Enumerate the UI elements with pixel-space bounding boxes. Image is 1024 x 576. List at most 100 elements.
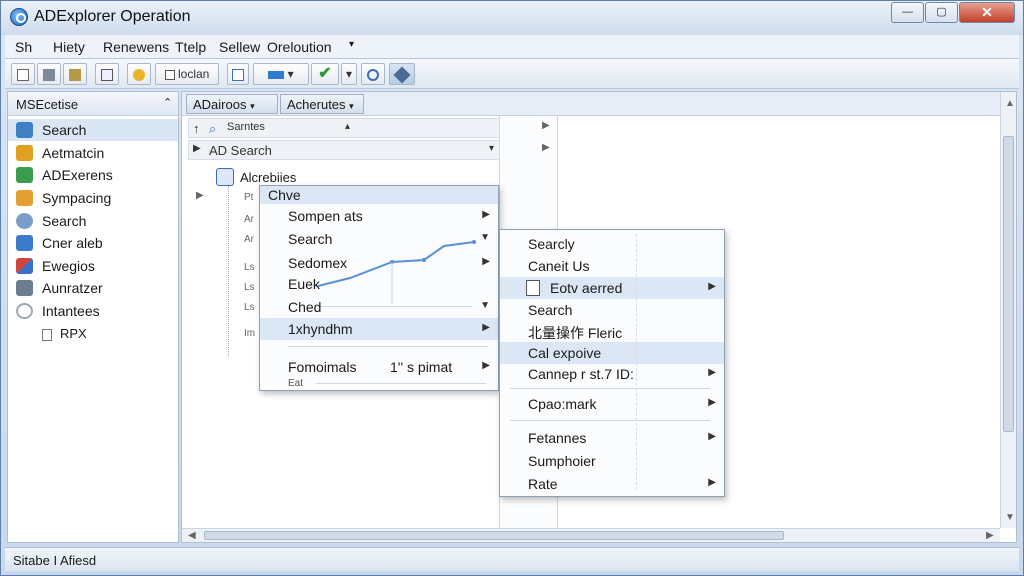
ad-search-row[interactable]: ▶ AD Search ▾ bbox=[188, 140, 500, 160]
sidebar-item-aetmatcin[interactable]: Aetmatcin bbox=[8, 142, 178, 164]
collapse-icon[interactable]: ⌃ bbox=[163, 96, 172, 109]
menu2-item-label: Cannep r st.7 ID: bbox=[528, 366, 634, 382]
menu1-item[interactable]: Fomoimals 1'' s pimat ▶ bbox=[260, 356, 498, 378]
minimize-button[interactable]: — bbox=[891, 2, 924, 23]
menu2-item[interactable]: 北量操作 Fleric bbox=[500, 320, 724, 342]
maximize-button[interactable]: ▢ bbox=[925, 2, 958, 23]
menu2-item-label: Caneit Us bbox=[528, 258, 590, 274]
menu2-item[interactable]: Rate ▶ bbox=[500, 473, 724, 495]
menu2-item-label: Cpao:mark bbox=[528, 396, 597, 412]
sidebar-item-label: Aetmatcin bbox=[42, 145, 105, 161]
view-dropdown[interactable]: ▾ bbox=[253, 63, 309, 85]
collapse-caret-icon[interactable]: ▾ bbox=[489, 143, 494, 154]
separator bbox=[288, 346, 488, 347]
menu2-item[interactable]: Cpao:mark ▶ bbox=[500, 393, 724, 415]
lock-icon bbox=[526, 280, 540, 296]
clock-icon bbox=[16, 303, 33, 319]
tree-expand-icon[interactable]: ▶ bbox=[196, 190, 204, 201]
menu2-item[interactable]: Searcly bbox=[500, 233, 724, 255]
vertical-scrollbar[interactable]: ▲ ▼ bbox=[1000, 92, 1016, 528]
sidebar-item-adexerens[interactable]: ADExerens bbox=[8, 164, 178, 186]
menu2-item-label: Search bbox=[528, 302, 573, 318]
tab-label: Acherutes bbox=[287, 97, 346, 112]
scroll-left-icon[interactable]: ◀ bbox=[188, 530, 196, 541]
favorites-icon[interactable] bbox=[127, 63, 151, 85]
pills-icon bbox=[16, 258, 33, 274]
view-dropdown-caret: ▾ bbox=[287, 67, 294, 81]
menu2-item[interactable]: Fetannes ▶ bbox=[500, 427, 724, 449]
chevron-down-icon: ▼ bbox=[480, 232, 490, 243]
expand-arrow-icon[interactable]: ▶ bbox=[542, 120, 550, 131]
check-icon[interactable]: ✔ bbox=[311, 63, 339, 85]
tools-icon[interactable] bbox=[389, 63, 415, 85]
menu1-item-highlighted[interactable]: 1xhyndhm ▶ bbox=[260, 318, 498, 340]
sidebar-item-aunratzer[interactable]: Aunratzer bbox=[8, 277, 178, 299]
menu-renewens[interactable]: Renewens bbox=[103, 39, 169, 55]
caret-icon: ▴ bbox=[345, 121, 351, 132]
scroll-up-icon[interactable]: ▲ bbox=[1005, 98, 1015, 109]
menu2-item-highlighted[interactable]: Cal expoive bbox=[500, 342, 724, 364]
menu2-item[interactable]: Sumphoier bbox=[500, 450, 724, 472]
separator bbox=[316, 383, 486, 384]
menu1-header[interactable]: Chve bbox=[260, 186, 498, 204]
save-icon[interactable] bbox=[37, 63, 61, 85]
menu-oreloution[interactable]: Oreloution bbox=[267, 39, 332, 55]
sidebar-subitem-rpx[interactable]: RPX bbox=[42, 326, 87, 341]
toolbar: loclan ▾ ✔ ▾ bbox=[5, 59, 1019, 89]
sidebar-subitem-label: RPX bbox=[60, 326, 87, 341]
sidebar-header[interactable]: MSEcetise ⌃ bbox=[8, 92, 178, 116]
status-text: Sitabe I Afiesd bbox=[13, 553, 97, 568]
magnifier-icon[interactable] bbox=[361, 63, 385, 85]
app-window: ADExplorer Operation — ▢ ✕ Sh Hiety Rene… bbox=[0, 0, 1024, 576]
vertical-scroll-thumb[interactable] bbox=[1003, 136, 1014, 432]
clipboard-icon[interactable] bbox=[63, 63, 87, 85]
horizontal-scrollbar[interactable]: ◀ ▶ bbox=[182, 528, 1000, 542]
sidebar-item-search-2[interactable]: Search bbox=[8, 210, 178, 232]
menu2-item-label: Sumphoier bbox=[528, 453, 596, 469]
sidebar-item-intantees[interactable]: Intantees bbox=[8, 300, 178, 322]
menu-sh[interactable]: Sh bbox=[15, 39, 32, 55]
menu-sellew[interactable]: Sellew bbox=[219, 39, 260, 55]
scroll-down-icon[interactable]: ▼ bbox=[1005, 512, 1015, 523]
menu1-item-extra: 1'' s pimat bbox=[390, 359, 453, 375]
close-button[interactable]: ✕ bbox=[959, 2, 1015, 23]
sidebar-item-cner-aleb[interactable]: Cner aleb bbox=[8, 232, 178, 254]
sidebar-item-search[interactable]: Search bbox=[8, 119, 178, 141]
chevron-right-icon: ▶ bbox=[482, 360, 490, 371]
menu-ttelp[interactable]: Ttelp bbox=[175, 39, 206, 55]
check-dropdown-caret[interactable]: ▾ bbox=[341, 63, 357, 85]
sidebar-item-label: Search bbox=[42, 122, 87, 138]
horizontal-scroll-thumb[interactable] bbox=[204, 531, 784, 540]
menu2-item[interactable]: Cannep r st.7 ID: ▶ bbox=[500, 363, 724, 385]
tree-item-label: Pt bbox=[244, 192, 254, 203]
document-icon[interactable] bbox=[227, 63, 249, 85]
copy-icon[interactable] bbox=[11, 63, 35, 85]
tab-adairoos[interactable]: ADairoos ▾ bbox=[186, 94, 278, 114]
chevron-right-icon: ▶ bbox=[708, 477, 716, 488]
menu2-item-highlighted[interactable]: Eotv aerred ▶ bbox=[500, 277, 724, 299]
expand-arrow-icon[interactable]: ▶ bbox=[542, 142, 550, 153]
tree-root-label[interactable]: Alcrebiies bbox=[240, 170, 296, 185]
tree-search-row[interactable]: ↑ ⌕ Sarntes ▴ bbox=[188, 118, 500, 138]
chevron-right-icon: ▶ bbox=[482, 322, 490, 333]
tree-search-input[interactable]: Sarntes bbox=[227, 121, 265, 133]
tree-item-label: Ls bbox=[244, 302, 255, 313]
status-bar: Sitabe I Afiesd bbox=[5, 547, 1019, 571]
menu2-item-label: Fetannes bbox=[528, 430, 587, 446]
chevron-right-icon: ▶ bbox=[482, 256, 490, 267]
scroll-right-icon[interactable]: ▶ bbox=[986, 530, 994, 541]
pages-icon[interactable] bbox=[95, 63, 119, 85]
menu2-item[interactable]: Caneit Us bbox=[500, 255, 724, 277]
tab-acherutes[interactable]: Acherutes ▾ bbox=[280, 94, 364, 114]
menu1-item[interactable]: Sompen ats ▶ bbox=[260, 205, 498, 227]
up-arrow-icon[interactable]: ↑ bbox=[193, 121, 200, 136]
menu-hiety[interactable]: Hiety bbox=[53, 39, 85, 55]
sidebar-item-label: Ewegios bbox=[42, 258, 95, 274]
menu2-item[interactable]: Search bbox=[500, 299, 724, 321]
expand-icon[interactable]: ▶ bbox=[193, 143, 201, 154]
sidebar-item-ewegios[interactable]: Ewegios bbox=[8, 255, 178, 277]
menu-overflow-caret[interactable]: ▾ bbox=[349, 39, 354, 50]
sidebar-item-label: Sympacing bbox=[42, 190, 112, 206]
location-button[interactable]: loclan bbox=[155, 63, 219, 85]
sidebar-item-sympacing[interactable]: Sympacing bbox=[8, 187, 178, 209]
